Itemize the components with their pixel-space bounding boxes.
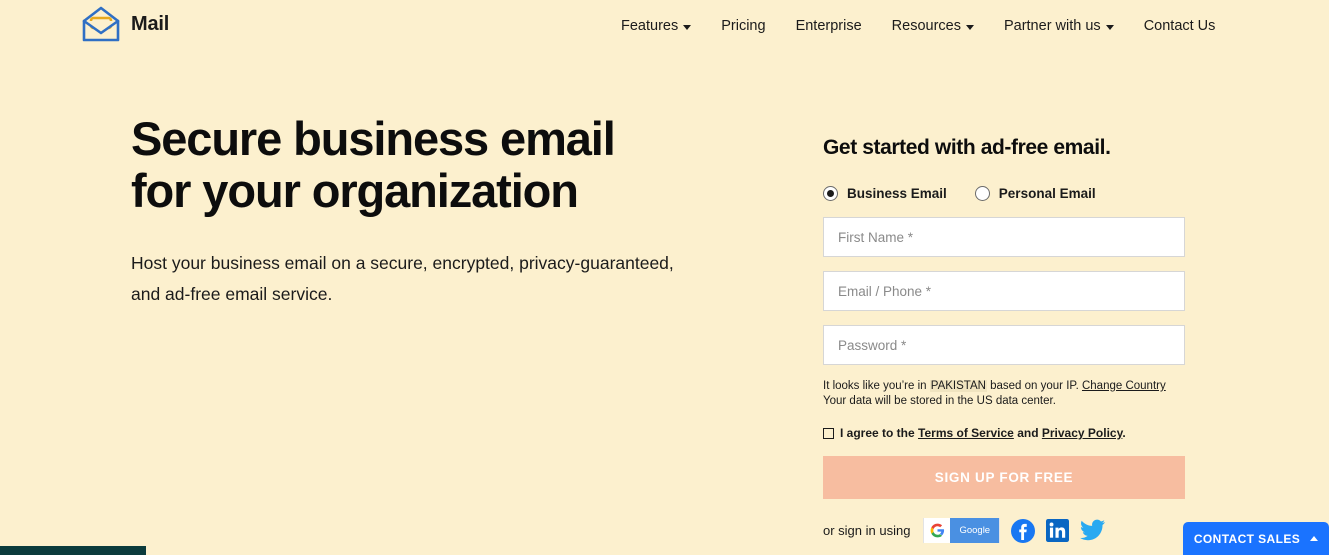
terms-text: I agree to the Terms of Service and Priv… [840, 426, 1126, 440]
first-name-field[interactable] [823, 217, 1185, 257]
nav-item-pricing[interactable]: Pricing [706, 12, 780, 40]
account-type-radio-group: Business Email Personal Email [823, 186, 1185, 201]
site-header: Mail Features Pricing Enterprise Resourc… [0, 0, 1329, 52]
nav-label: Partner with us [1003, 18, 1101, 34]
sign-up-button[interactable]: SIGN UP FOR FREE [823, 456, 1185, 499]
email-phone-field[interactable] [823, 271, 1185, 311]
page-title: Secure business email for your organizat… [131, 113, 751, 217]
open-envelope-icon [82, 6, 120, 42]
hero-section: Secure business email for your organizat… [131, 113, 751, 310]
social-signin-row: or sign in using Google [823, 518, 1185, 543]
linkedin-icon[interactable] [1046, 519, 1070, 542]
nav-label: Pricing [721, 18, 766, 34]
terms-prefix: I agree to the [840, 426, 919, 440]
ip-note-middle: based on your IP. [986, 380, 1082, 392]
chevron-up-icon [1310, 536, 1319, 541]
data-center-note: Your data will be stored in the US data … [823, 395, 1056, 407]
password-field[interactable] [823, 325, 1185, 365]
nav-label: Resources [891, 18, 961, 34]
terms-conjunction: and [1013, 426, 1042, 440]
nav-item-contact-us[interactable]: Contact Us [1129, 12, 1231, 40]
terms-of-service-link[interactable]: Terms of Service [918, 426, 1014, 440]
first-name-input[interactable] [838, 229, 1170, 245]
nav-label: Features [621, 18, 679, 34]
brand-logo-link[interactable]: Mail [80, 4, 169, 44]
change-country-link[interactable]: Change Country [1082, 380, 1166, 392]
radio-option-business-email[interactable]: Business Email [823, 186, 947, 201]
google-signin-button[interactable]: Google [923, 518, 1001, 543]
terms-agreement-row: I agree to the Terms of Service and Priv… [823, 426, 1185, 440]
google-icon [924, 518, 951, 543]
page-root: Mail Features Pricing Enterprise Resourc… [0, 0, 1329, 555]
email-phone-input[interactable] [838, 283, 1170, 299]
terms-checkbox[interactable] [823, 427, 834, 439]
hero-subtitle: Host your business email on a secure, en… [131, 253, 674, 304]
nav-item-features[interactable]: Features [606, 12, 706, 40]
google-signin-label: Google [950, 518, 1000, 543]
contact-sales-button[interactable]: CONTACT SALES [1183, 522, 1329, 555]
hero-title-line-1: Secure business email [131, 112, 616, 165]
radio-label-personal: Personal Email [998, 186, 1096, 201]
contact-sales-label: CONTACT SALES [1193, 531, 1301, 546]
chevron-down-icon [965, 24, 974, 30]
nav-item-partner-with-us[interactable]: Partner with us [989, 12, 1129, 40]
chevron-down-icon [1105, 24, 1114, 30]
brand-name: Mail [131, 12, 170, 35]
nav-label: Contact Us [1143, 18, 1216, 34]
radio-label-business: Business Email [847, 186, 947, 201]
ip-note-prefix: It looks like you’re in [823, 380, 930, 392]
nav-label: Enterprise [795, 18, 862, 34]
privacy-policy-link[interactable]: Privacy Policy [1042, 426, 1123, 440]
facebook-icon[interactable] [1011, 518, 1036, 543]
nav-item-enterprise[interactable]: Enterprise [781, 12, 877, 40]
nav-item-resources[interactable]: Resources [877, 12, 989, 40]
radio-indicator-personal[interactable] [974, 186, 990, 201]
form-heading: Get started with ad-free email. [823, 136, 1111, 159]
ip-note-country: PAKISTAN [929, 380, 987, 392]
terms-suffix: . [1122, 426, 1126, 440]
radio-indicator-business[interactable] [823, 186, 838, 201]
social-signin-label: or sign in using [823, 523, 911, 538]
chevron-down-icon [683, 24, 692, 30]
main-nav: Features Pricing Enterprise Resources Pa… [606, 0, 1230, 52]
radio-option-personal-email[interactable]: Personal Email [974, 186, 1096, 201]
ip-location-note: It looks like you’re in PAKISTAN based o… [823, 379, 1185, 409]
footer-accent-bar [0, 546, 146, 555]
hero-title-line-2: for your organization [131, 164, 579, 217]
signup-form: Get started with ad-free email. Business… [823, 136, 1185, 543]
twitter-icon[interactable] [1080, 519, 1106, 542]
password-input[interactable] [838, 337, 1170, 353]
